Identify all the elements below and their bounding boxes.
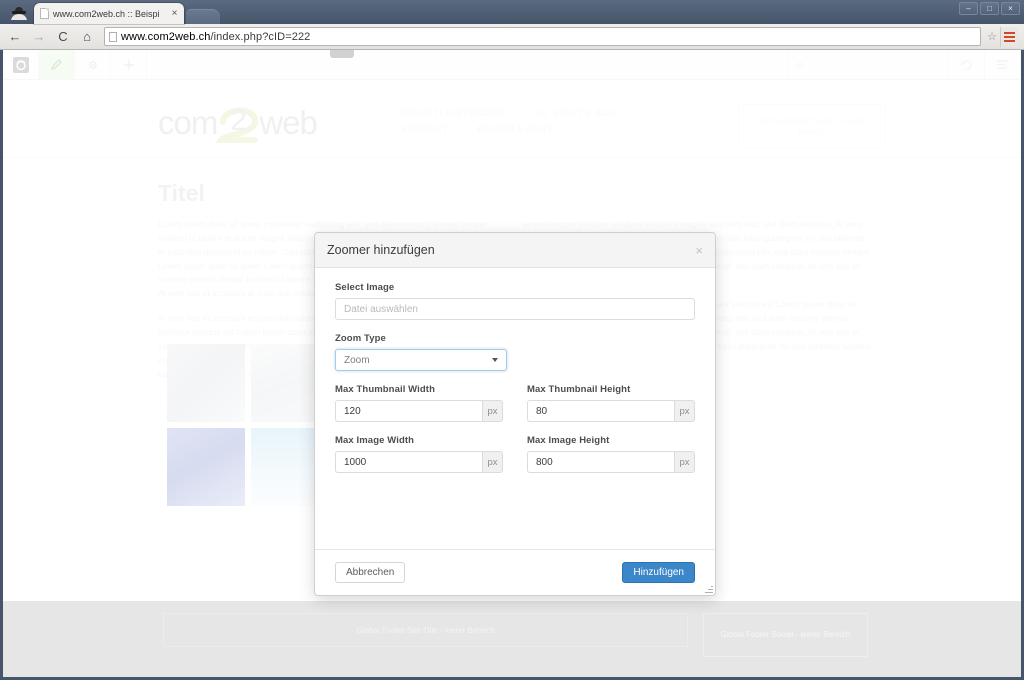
window-maximize-button[interactable]: □ xyxy=(980,2,999,15)
cms-bar-spacer xyxy=(147,50,789,79)
max-thumbnail-height-label: Max Thumbnail Height xyxy=(527,384,631,395)
zoom-type-value: Zoom xyxy=(344,354,370,366)
forward-icon[interactable]: → xyxy=(28,26,50,48)
address-bar[interactable]: www.com2web.ch/index.php?cID=222 xyxy=(104,27,982,46)
cms-settings-gear-icon[interactable] xyxy=(75,50,111,79)
cms-undo-icon[interactable] xyxy=(949,50,985,79)
logo-text-com: com xyxy=(158,104,218,141)
cms-add-button[interactable] xyxy=(111,50,147,79)
cms-edit-button[interactable] xyxy=(39,50,75,79)
page-viewport: ⌕ com 2 web DIENSTLEISTUNGEN SO SIEHT'S … xyxy=(0,50,1024,680)
address-bar-url: www.com2web.ch/index.php?cID=222 xyxy=(121,31,310,43)
max-thumbnail-width-group: Max Thumbnail Width px xyxy=(335,384,503,422)
logo-digit-two: 2 xyxy=(230,104,247,137)
site-footer: Global Footer Site Title - leerer Bereic… xyxy=(3,601,1021,677)
chevron-down-icon xyxy=(492,358,498,362)
cms-search-field[interactable]: ⌕ xyxy=(789,50,949,79)
unit-px-label: px xyxy=(482,400,503,422)
cms-list-icon[interactable] xyxy=(985,50,1021,79)
window-close-button[interactable]: × xyxy=(1001,2,1020,15)
address-bar-path: /index.php?cID=222 xyxy=(210,30,311,43)
max-thumbnail-height-input-group: px xyxy=(527,400,695,422)
max-image-height-group: Max Image Height px xyxy=(527,435,695,473)
toolbar-right-group: ☆ xyxy=(987,26,1020,47)
home-icon[interactable]: ⌂ xyxy=(76,26,98,48)
dialog-resize-handle[interactable] xyxy=(704,584,713,593)
max-image-height-input[interactable] xyxy=(527,451,675,473)
footer-social-block: Global Footer Social - leerer Bereich xyxy=(703,613,868,657)
zoomer-dialog: Zoomer hinzufügen × Select Image Zoom Ty… xyxy=(314,232,716,596)
max-thumbnail-width-input-group: px xyxy=(335,400,503,422)
dialog-footer: Abbrechen Hinzufügen xyxy=(315,549,715,595)
back-icon[interactable]: ← xyxy=(4,26,26,48)
cancel-button[interactable]: Abbrechen xyxy=(335,562,406,583)
thumbnail-size-row: Max Thumbnail Width px Max Thumbnail Hei… xyxy=(335,384,695,422)
incognito-person-icon xyxy=(8,5,30,23)
site-header: com 2 web DIENSTLEISTUNGEN SO SIEHT'S AU… xyxy=(3,80,1021,158)
page-info-icon xyxy=(109,31,117,42)
image-gallery xyxy=(167,344,329,506)
nav-item-dienstleistungen[interactable]: DIENSTLEISTUNGEN xyxy=(401,108,506,118)
zoom-type-group: Zoom Type Zoom xyxy=(335,333,695,371)
tab-favicon-icon xyxy=(40,8,49,19)
max-image-width-group: Max Image Width px xyxy=(335,435,503,473)
max-thumbnail-height-input[interactable] xyxy=(527,400,675,422)
logo-mark-two-icon: 2 xyxy=(215,102,261,144)
nav-item-so-siehts-aus[interactable]: SO SIEHT'S AUS xyxy=(534,108,617,118)
unit-px-label: px xyxy=(482,451,503,473)
bookmark-star-icon[interactable]: ☆ xyxy=(987,30,997,43)
thumbnail-desktop-monitor[interactable] xyxy=(167,344,245,422)
zoom-type-select[interactable]: Zoom xyxy=(335,349,507,371)
max-thumbnail-width-input[interactable] xyxy=(335,400,483,422)
close-icon[interactable]: × xyxy=(695,244,703,257)
max-image-width-label: Max Image Width xyxy=(335,435,415,446)
window-controls: – □ × xyxy=(959,2,1020,15)
cms-search-input[interactable] xyxy=(807,59,928,70)
submit-button[interactable]: Hinzufügen xyxy=(622,562,695,583)
unit-px-label: px xyxy=(674,451,695,473)
dialog-title: Zoomer hinzufügen xyxy=(327,243,435,257)
footer-site-title-block: Global Footer Site Title - leerer Bereic… xyxy=(163,613,688,647)
max-thumbnail-width-label: Max Thumbnail Width xyxy=(335,384,435,395)
browser-tab[interactable]: www.com2web.ch :: Beispi × xyxy=(34,3,184,24)
select-image-group: Select Image xyxy=(335,282,695,320)
tab-title: www.com2web.ch :: Beispi xyxy=(53,8,160,19)
tab-close-icon[interactable]: × xyxy=(169,8,180,19)
max-thumbnail-height-group: Max Thumbnail Height px xyxy=(527,384,695,422)
page-title: Titel xyxy=(158,180,205,206)
address-bar-host: www.com2web.ch xyxy=(121,30,211,43)
thumbnail-starfield[interactable] xyxy=(167,428,245,506)
nav-item-kontakt[interactable]: KONTAKT xyxy=(401,124,449,134)
logo-text-web: web xyxy=(259,104,318,141)
site-main-content: Titel Lorem ipsum dolor sit amet, conset… xyxy=(3,158,1021,506)
cms-admin-bar: ⌕ xyxy=(3,50,1021,80)
zoom-type-label: Zoom Type xyxy=(335,333,386,344)
site-logo[interactable]: com 2 web xyxy=(158,102,318,144)
select-image-label: Select Image xyxy=(335,282,395,293)
reload-icon[interactable]: C xyxy=(52,26,74,48)
max-image-width-input[interactable] xyxy=(335,451,483,473)
max-image-width-input-group: px xyxy=(335,451,503,473)
search-icon: ⌕ xyxy=(797,59,803,70)
unit-px-label: px xyxy=(674,400,695,422)
cms-logo-icon[interactable] xyxy=(3,50,39,79)
browser-window: www.com2web.ch :: Beispi × – □ × ← → C ⌂… xyxy=(0,0,1024,680)
dialog-header: Zoomer hinzufügen × xyxy=(315,233,715,268)
popup-nub xyxy=(330,50,354,58)
select-image-input[interactable] xyxy=(335,298,695,320)
max-image-height-input-group: px xyxy=(527,451,695,473)
global-header-search-placeholder: Global Header Search - leerer Bereich xyxy=(738,104,886,148)
browser-titlebar: www.com2web.ch :: Beispi × – □ × xyxy=(0,0,1024,24)
new-tab-button[interactable] xyxy=(186,9,220,24)
dialog-body: Select Image Zoom Type Zoom Max Thumbnai… xyxy=(315,268,715,549)
window-minimize-button[interactable]: – xyxy=(959,2,978,15)
site-main-nav: DIENSTLEISTUNGEN SO SIEHT'S AUS KONTAKT … xyxy=(401,108,681,134)
browser-toolbar: ← → C ⌂ www.com2web.ch/index.php?cID=222… xyxy=(0,24,1024,50)
nav-item-beispielseite[interactable]: BEISPIELSEITE xyxy=(477,124,555,134)
max-image-height-label: Max Image Height xyxy=(527,435,610,446)
image-size-row: Max Image Width px Max Image Height px xyxy=(335,435,695,473)
browser-menu-icon[interactable] xyxy=(1000,26,1018,47)
